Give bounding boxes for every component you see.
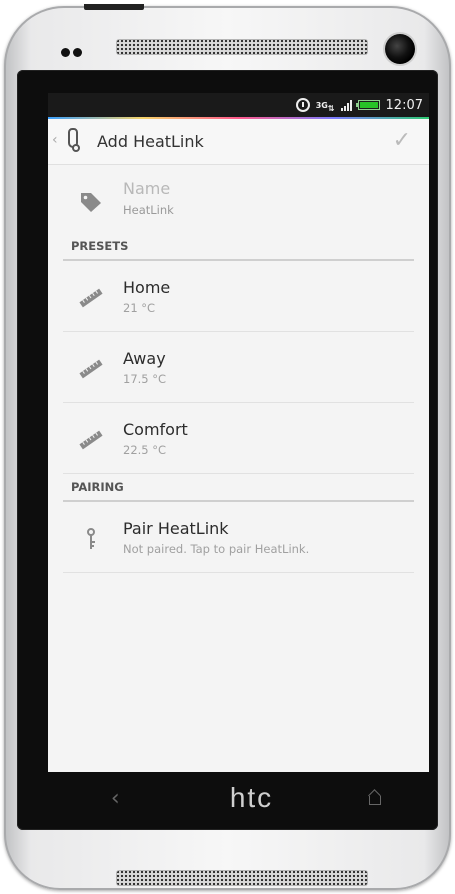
battery-icon bbox=[355, 100, 380, 110]
power-button bbox=[84, 4, 144, 10]
brand-logo: htc bbox=[229, 782, 274, 813]
network-3g-icon: 3G ⇅ bbox=[315, 100, 335, 113]
ruler-icon bbox=[79, 430, 103, 450]
page-title: Add HeatLink bbox=[97, 132, 204, 151]
preset-row-away[interactable]: Away 17.5 °C bbox=[63, 332, 414, 403]
thermometer-icon[interactable] bbox=[68, 128, 80, 152]
preset-title: Away bbox=[123, 349, 166, 368]
status-time: 12:07 bbox=[385, 97, 423, 113]
pair-heatlink-row[interactable]: Pair HeatLink Not paired. Tap to pair He… bbox=[63, 502, 414, 573]
ruler-icon bbox=[79, 288, 103, 308]
preset-title: Home bbox=[123, 278, 171, 297]
top-speaker-grille bbox=[116, 39, 368, 55]
checkmark-icon[interactable]: ✓ bbox=[393, 128, 411, 153]
app-screen: 3G ⇅ 12:07 ‹ Add HeatLink ✓ Name HeatLink… bbox=[48, 93, 429, 772]
nav-home-icon[interactable] bbox=[368, 791, 382, 805]
pairing-header: PAIRING bbox=[63, 474, 414, 502]
preset-row-home[interactable]: Home 21 °C bbox=[63, 261, 414, 332]
back-chevron-icon[interactable]: ‹ bbox=[52, 132, 58, 148]
pair-title: Pair HeatLink bbox=[123, 519, 229, 538]
alarm-icon bbox=[295, 98, 310, 112]
status-icons: 3G ⇅ 12:07 bbox=[295, 96, 423, 114]
preset-title: Comfort bbox=[123, 420, 188, 439]
action-bar: ‹ Add HeatLink ✓ bbox=[48, 119, 429, 165]
network-label: 3G bbox=[315, 100, 328, 110]
status-bar: 3G ⇅ 12:07 bbox=[48, 93, 429, 119]
preset-row-comfort[interactable]: Comfort 22.5 °C bbox=[63, 403, 414, 474]
settings-list: Name HeatLink PRESETS Home 21 °C Away 17… bbox=[48, 165, 429, 573]
preset-value: 22.5 °C bbox=[123, 443, 167, 457]
navigation-bar: ‹ htc bbox=[48, 772, 429, 824]
name-row[interactable]: Name HeatLink bbox=[63, 165, 414, 233]
preset-value: 17.5 °C bbox=[123, 372, 167, 386]
preset-value: 21 °C bbox=[123, 301, 156, 315]
proximity-sensors bbox=[61, 42, 85, 61]
name-label: Name bbox=[123, 179, 171, 198]
tag-icon bbox=[81, 193, 101, 212]
signal-icon bbox=[340, 99, 352, 111]
front-camera bbox=[385, 34, 415, 64]
pair-subtitle: Not paired. Tap to pair HeatLink. bbox=[123, 542, 310, 556]
ruler-icon bbox=[79, 359, 103, 379]
name-value: HeatLink bbox=[123, 203, 174, 217]
presets-header: PRESETS bbox=[63, 233, 414, 261]
nav-back-icon[interactable]: ‹ bbox=[95, 786, 135, 811]
key-icon bbox=[87, 528, 95, 549]
bottom-speaker-grille bbox=[116, 870, 368, 886]
